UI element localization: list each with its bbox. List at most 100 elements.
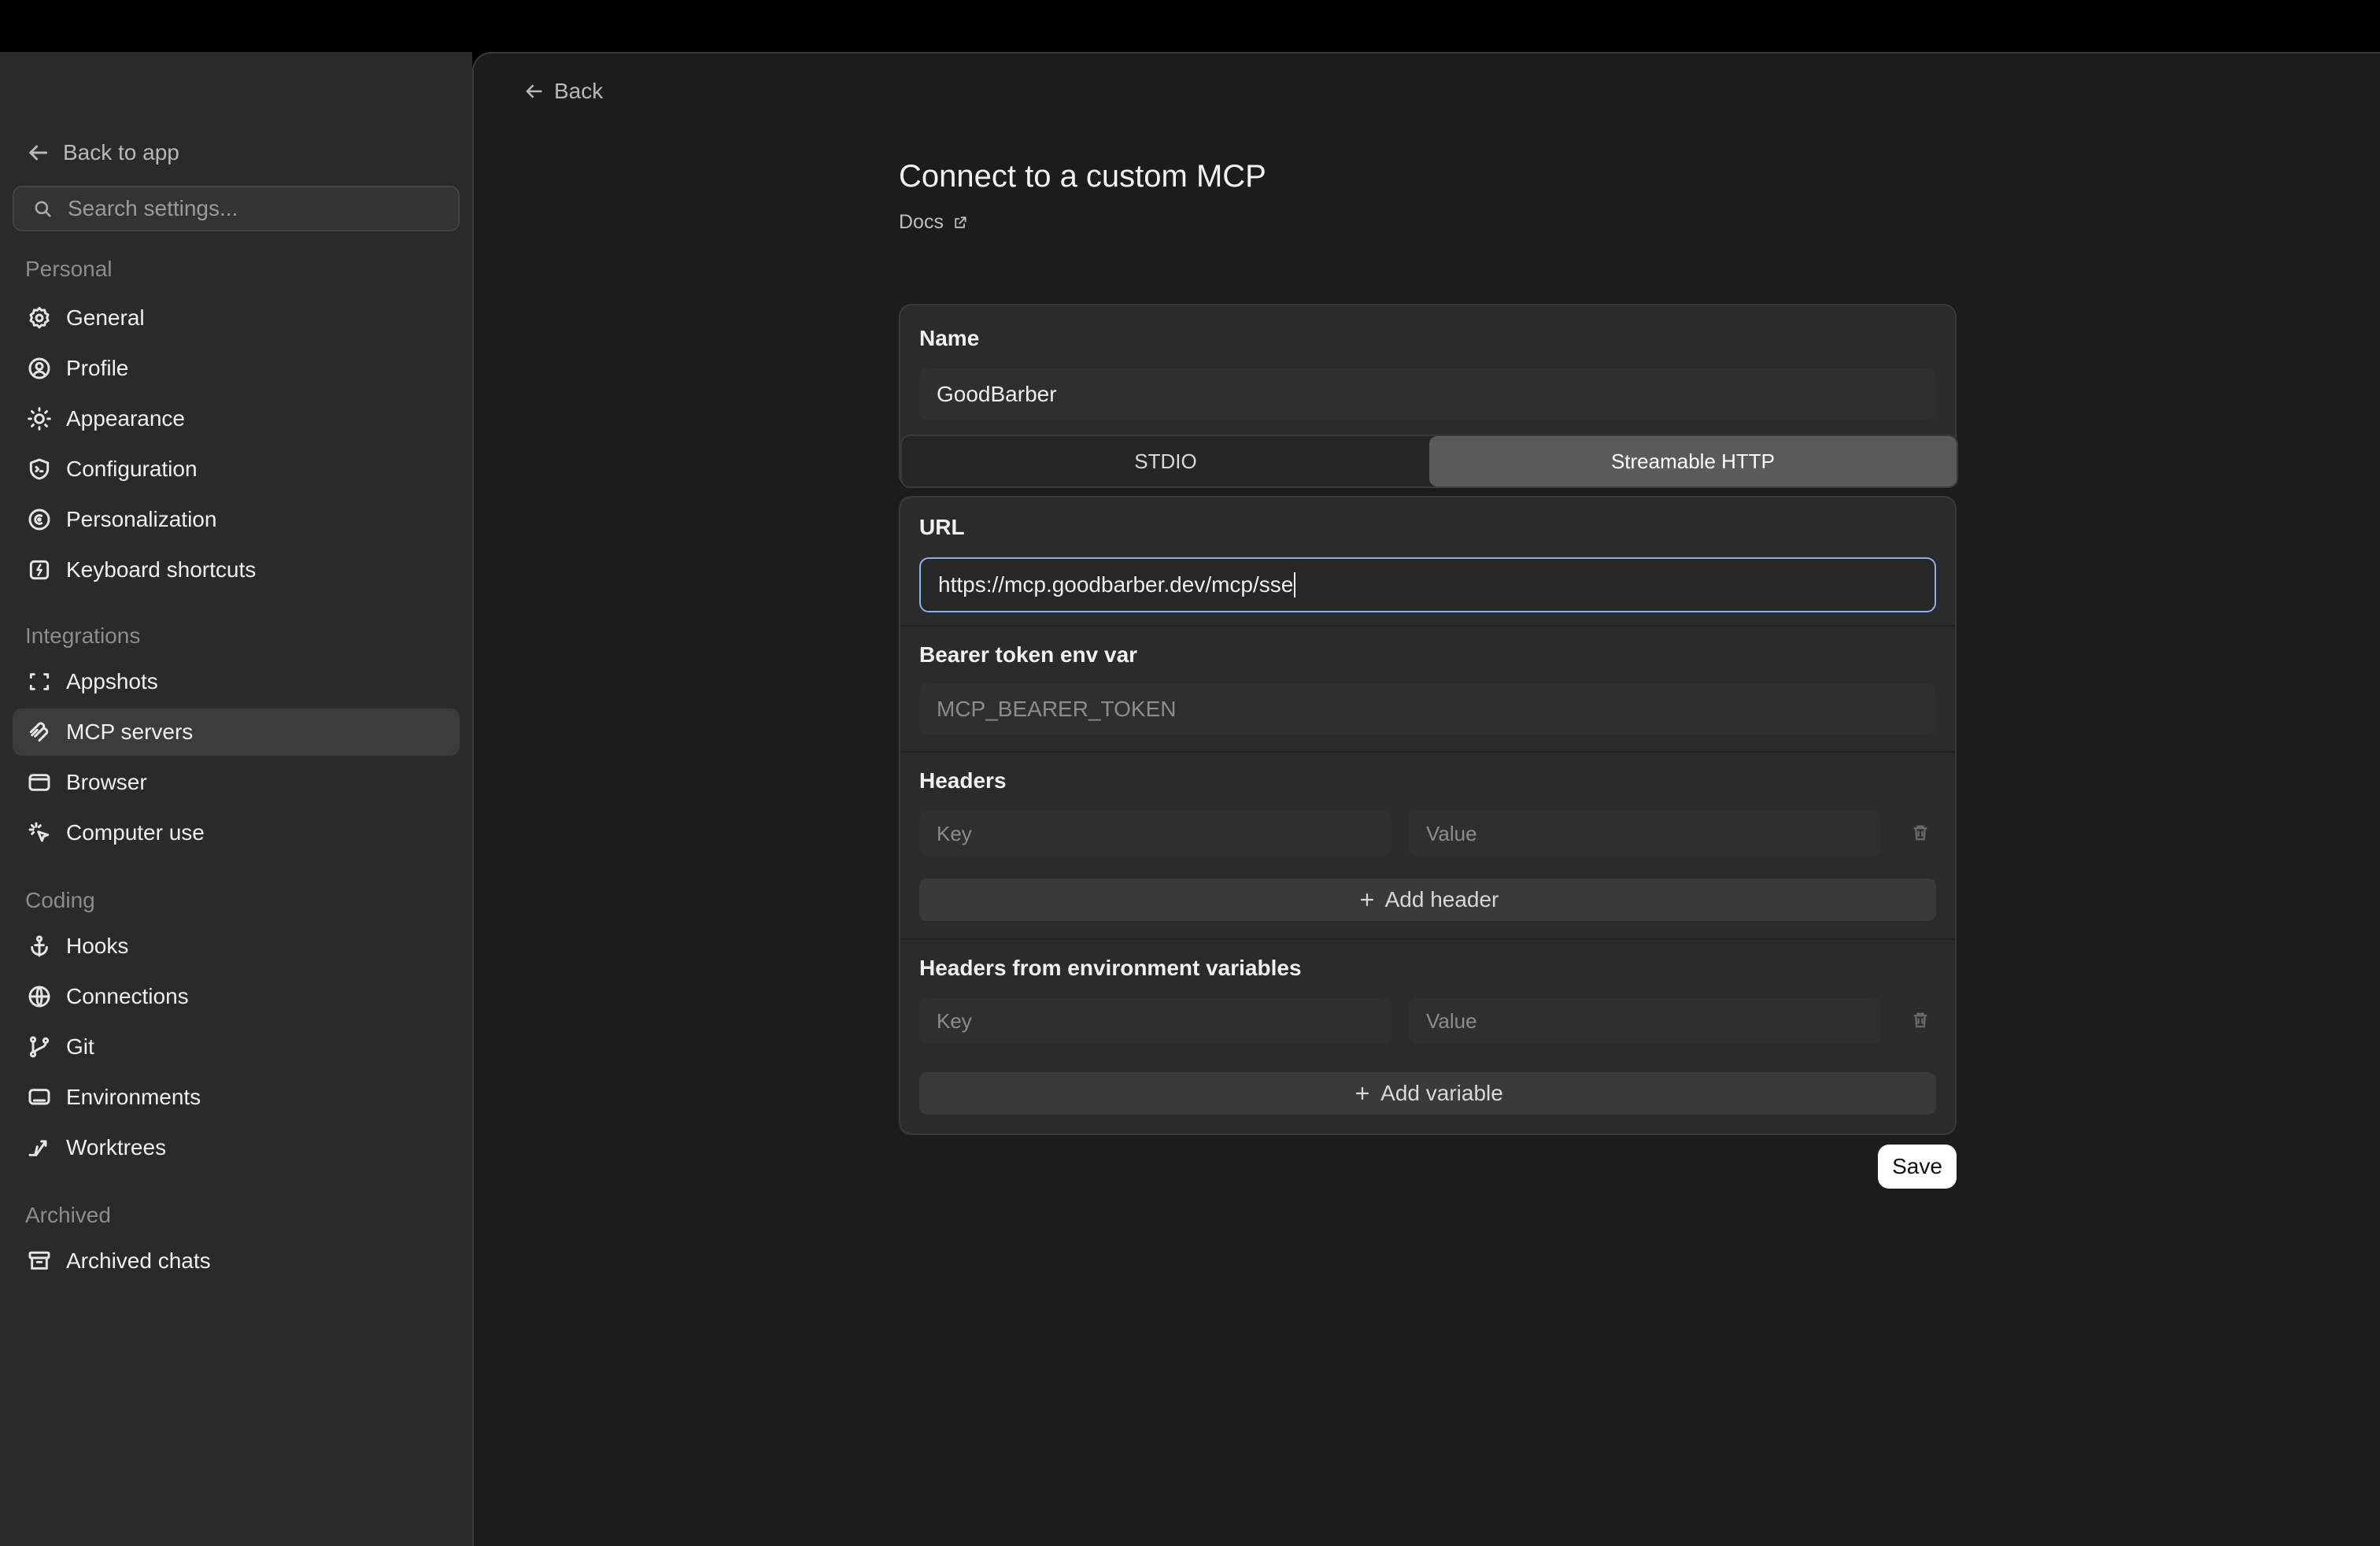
- bearer-token-placeholder: MCP_BEARER_TOKEN: [937, 697, 1177, 721]
- env-value-placeholder: Value: [1426, 1008, 1477, 1033]
- shield-config-icon: [27, 457, 52, 482]
- header-value-input[interactable]: Value: [1409, 811, 1881, 856]
- sidebar-item-computer-use[interactable]: Computer use: [13, 809, 460, 856]
- divider: [900, 938, 1955, 940]
- sun-icon: [27, 406, 52, 431]
- connection-details-card: URL https://mcp.goodbarber.dev/mcp/sse B…: [899, 496, 1957, 1135]
- sidebar-item-appshots[interactable]: Appshots: [13, 658, 460, 705]
- plus-icon: [1357, 890, 1377, 910]
- sidebar-item-general[interactable]: General: [13, 294, 460, 342]
- sidebar-item-label: Git: [66, 1034, 94, 1059]
- search-icon: [30, 196, 55, 221]
- sidebar-item-worktrees[interactable]: Worktrees: [13, 1124, 460, 1171]
- trash-icon[interactable]: [1909, 822, 1935, 847]
- text-caret: [1294, 572, 1296, 597]
- sidebar-item-label: Environments: [66, 1085, 201, 1109]
- sidebar-item-label: General: [66, 305, 145, 330]
- back-button[interactable]: Back: [521, 72, 603, 110]
- sidebar-item-label: Computer use: [66, 820, 205, 845]
- sidebar-item-environments[interactable]: Environments: [13, 1074, 460, 1121]
- sidebar-item-label: Browser: [66, 770, 147, 794]
- sidebar-item-browser[interactable]: Browser: [13, 759, 460, 806]
- page-title: Connect to a custom MCP: [899, 159, 1266, 194]
- url-value: https://mcp.goodbarber.dev/mcp/sse: [938, 572, 1294, 597]
- arrow-left-icon: [521, 79, 546, 104]
- env-key-placeholder: Key: [937, 1008, 972, 1033]
- sidebar-item-label: Keyboard shortcuts: [66, 557, 257, 582]
- sidebar-item-label: Appearance: [66, 406, 186, 431]
- env-value-input[interactable]: Value: [1409, 998, 1881, 1044]
- trash-icon[interactable]: [1909, 1009, 1935, 1034]
- git-branch-icon: [27, 1034, 52, 1060]
- plus-icon: [1352, 1083, 1373, 1104]
- transport-option-stdio[interactable]: STDIO: [902, 436, 1429, 486]
- bearer-token-input[interactable]: MCP_BEARER_TOKEN: [919, 683, 1936, 735]
- user-circle-icon: [27, 356, 52, 381]
- sidebar-item-archived-chats[interactable]: Archived chats: [13, 1237, 460, 1285]
- sidebar-item-mcp-servers[interactable]: MCP servers: [13, 708, 460, 756]
- back-label: Back: [554, 79, 604, 103]
- worktree-icon: [27, 1135, 52, 1160]
- sidebar-item-git[interactable]: Git: [13, 1023, 460, 1071]
- sidebar-item-hooks[interactable]: Hooks: [13, 923, 460, 970]
- name-label: Name: [919, 326, 980, 350]
- env-headers-label: Headers from environment variables: [919, 956, 1302, 980]
- archive-icon: [27, 1248, 52, 1274]
- add-header-label: Add header: [1384, 887, 1499, 912]
- header-key-input[interactable]: Key: [919, 811, 1391, 856]
- monitor-icon: [27, 1085, 52, 1110]
- gear-icon: [27, 305, 52, 331]
- sidebar-item-label: Profile: [66, 356, 129, 380]
- search-input[interactable]: [68, 196, 445, 221]
- sidebar-item-label: Connections: [66, 984, 189, 1008]
- section-coding: Coding: [25, 888, 95, 912]
- docs-link[interactable]: Docs: [899, 211, 969, 234]
- settings-main: Back Connect to a custom MCP Docs Name G…: [472, 52, 2380, 1546]
- external-link-icon: [952, 214, 969, 231]
- name-value: GoodBarber: [937, 382, 1057, 406]
- divider: [900, 751, 1955, 753]
- personalization-icon: [27, 507, 52, 532]
- cursor-click-icon: [27, 820, 52, 845]
- sidebar-item-configuration[interactable]: Configuration: [13, 446, 460, 493]
- headers-label: Headers: [919, 768, 1007, 793]
- sidebar-item-label: Personalization: [66, 507, 217, 531]
- env-key-input[interactable]: Key: [919, 998, 1391, 1044]
- save-button[interactable]: Save: [1878, 1145, 1957, 1189]
- sidebar-item-label: Archived chats: [66, 1248, 211, 1273]
- bearer-token-label: Bearer token env var: [919, 642, 1138, 667]
- sidebar-item-label: MCP servers: [66, 719, 194, 744]
- header-key-placeholder: Key: [937, 821, 972, 845]
- transport-option-streamable-http[interactable]: Streamable HTTP: [1429, 436, 1957, 486]
- url-input[interactable]: https://mcp.goodbarber.dev/mcp/sse: [919, 557, 1936, 612]
- mcp-icon: [27, 719, 52, 745]
- name-input[interactable]: GoodBarber: [919, 368, 1936, 420]
- back-to-app-link[interactable]: Back to app: [25, 134, 179, 172]
- sidebar-item-label: Appshots: [66, 669, 158, 693]
- add-variable-label: Add variable: [1380, 1081, 1503, 1105]
- browser-window-icon: [27, 770, 52, 795]
- sidebar-item-connections[interactable]: Connections: [13, 973, 460, 1020]
- settings-search[interactable]: [13, 186, 460, 231]
- keyboard-icon: [27, 557, 52, 583]
- sidebar-item-profile[interactable]: Profile: [13, 345, 460, 392]
- sidebar-item-personalization[interactable]: Personalization: [13, 496, 460, 543]
- window-top-bar: [0, 0, 2380, 52]
- transport-toggle: STDIO Streamable HTTP: [900, 435, 1958, 488]
- docs-label: Docs: [899, 211, 944, 233]
- sidebar-item-keyboard-shortcuts[interactable]: Keyboard shortcuts: [13, 546, 460, 594]
- globe-icon: [27, 984, 52, 1009]
- section-integrations: Integrations: [25, 623, 141, 648]
- divider: [900, 625, 1955, 627]
- capture-frame-icon: [27, 669, 52, 694]
- sidebar-item-label: Hooks: [66, 934, 129, 958]
- section-archived: Archived: [25, 1203, 111, 1227]
- anchor-icon: [27, 934, 52, 959]
- add-header-button[interactable]: Add header: [919, 878, 1936, 921]
- sidebar-item-label: Configuration: [66, 457, 198, 481]
- sidebar-item-label: Worktrees: [66, 1135, 167, 1160]
- settings-sidebar: Back to app Personal General Profile App…: [0, 52, 472, 1546]
- arrow-left-icon: [25, 140, 50, 165]
- sidebar-item-appearance[interactable]: Appearance: [13, 395, 460, 442]
- add-variable-button[interactable]: Add variable: [919, 1072, 1936, 1115]
